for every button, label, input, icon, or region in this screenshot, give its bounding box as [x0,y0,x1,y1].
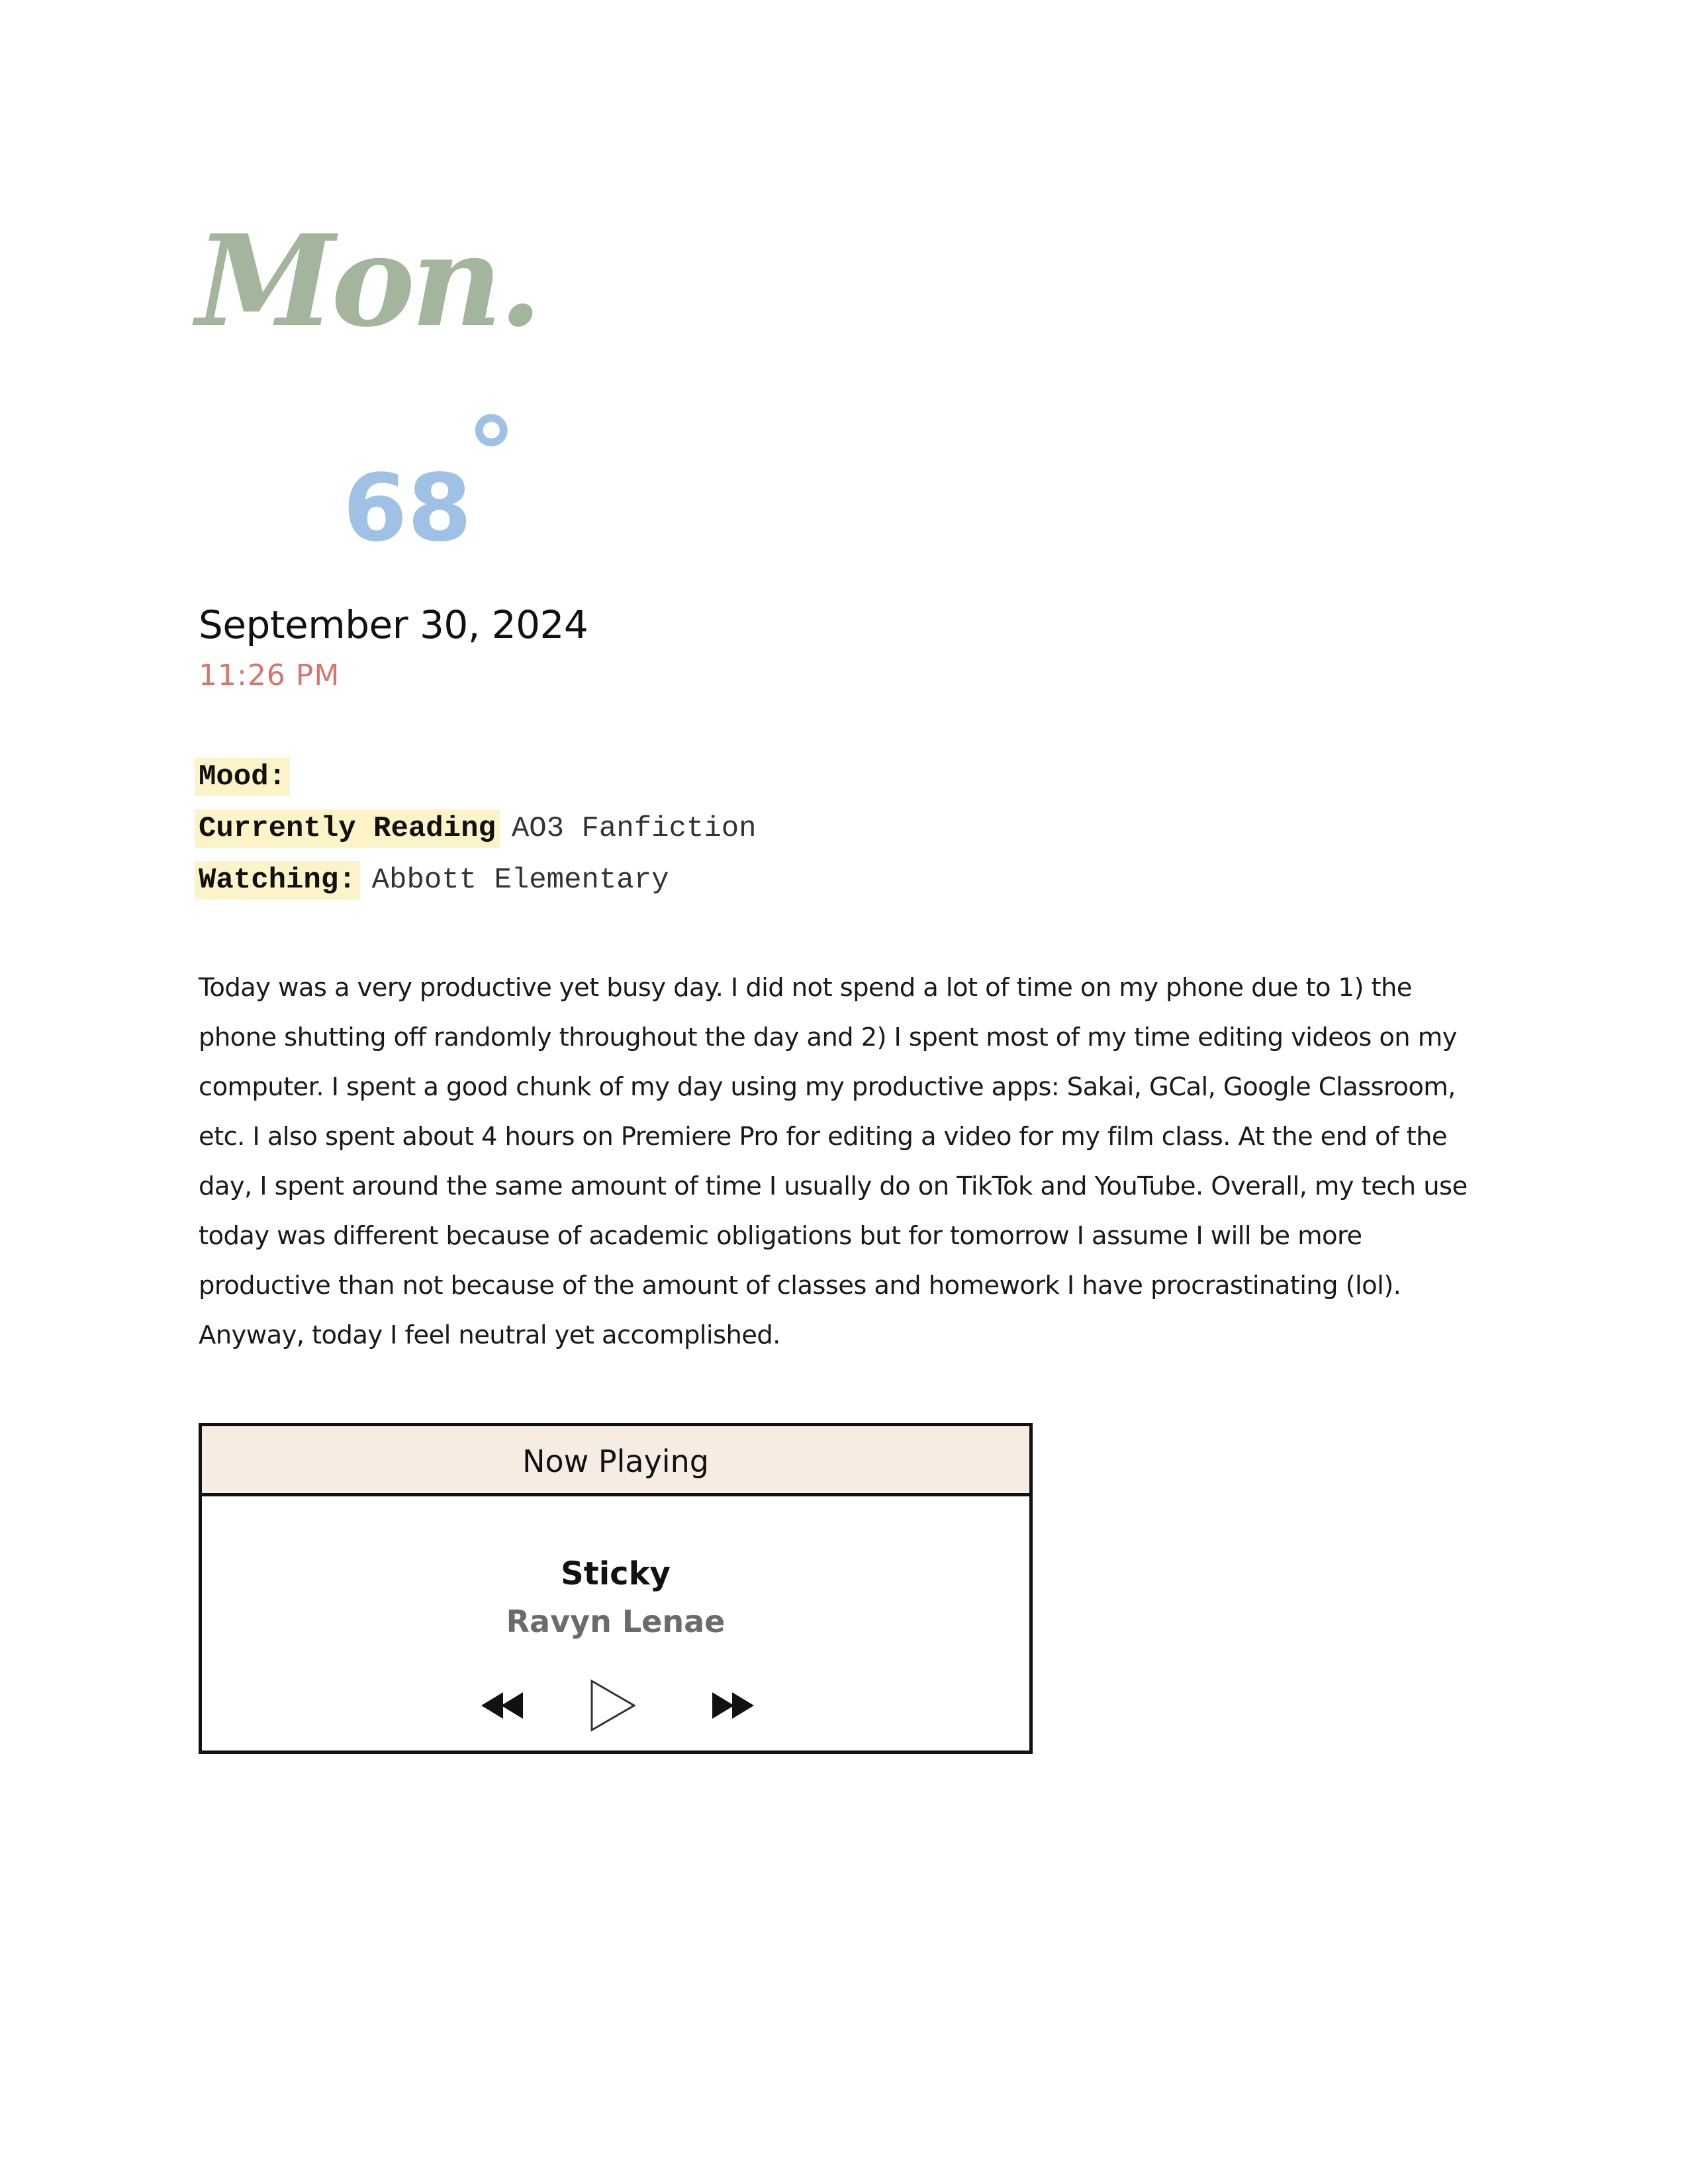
reading-row: Currently Reading AO3 Fanfiction [195,803,757,854]
play-icon[interactable] [589,1679,637,1732]
watching-value: Abbott Elementary [371,864,669,897]
reading-label: Currently Reading [195,809,500,848]
degree-symbol: ° [466,397,516,512]
meta-section: Mood: Currently Reading AO3 Fanfiction Wa… [195,751,757,906]
day-title: Mon. [196,207,542,355]
mood-label: Mood: [195,758,291,796]
player-controls [202,1679,1029,1737]
journal-page: Mon. 68° September 30, 2024 11:26 PM Moo… [0,0,1688,2184]
now-playing-header: Now Playing [202,1426,1029,1496]
rewind-icon[interactable] [481,1692,525,1719]
journal-entry-text: Today was a very productive yet busy day… [199,973,1468,1350]
temperature-value: 68 [343,455,472,563]
mood-row: Mood: [195,751,757,803]
watching-label: Watching: [195,861,360,899]
song-title: Sticky [561,1555,671,1592]
fast-forward-icon[interactable] [710,1692,754,1719]
temperature: 68° [343,405,516,556]
entry-time: 11:26 PM [199,659,340,692]
now-playing-widget: Now Playing Sticky Ravyn Lenae [199,1423,1033,1754]
reading-value: AO3 Fanfiction [511,812,757,845]
song-artist: Ravyn Lenae [506,1604,726,1639]
entry-date: September 30, 2024 [199,602,588,647]
watching-row: Watching: Abbott Elementary [195,854,757,906]
